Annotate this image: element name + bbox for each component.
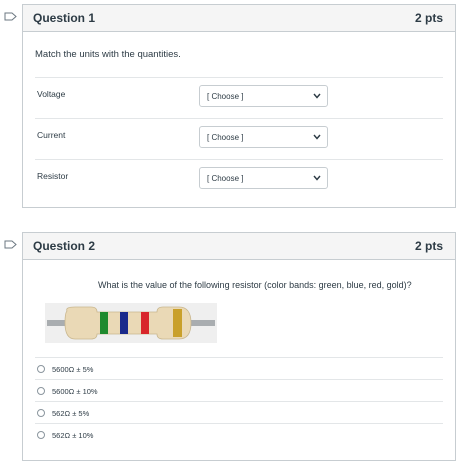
match-label: Voltage	[37, 89, 66, 99]
bookmark-flag-icon[interactable]	[4, 12, 17, 21]
select-value: [ Choose ]	[207, 132, 244, 142]
resistor-band-1	[100, 312, 108, 334]
radio-button-icon[interactable]	[37, 387, 45, 395]
resistor-band-2	[120, 312, 128, 334]
select-value: [ Choose ]	[207, 91, 244, 101]
answer-select-resistor[interactable]: [ Choose ]	[199, 167, 328, 189]
question-1-header: Question 1 2 pts	[23, 5, 455, 32]
match-row-voltage: Voltage [ Choose ]	[35, 77, 443, 118]
match-label: Resistor	[37, 171, 69, 181]
answer-option-2[interactable]: 5600Ω ± 10%	[35, 379, 443, 402]
answer-option-1[interactable]: 5600Ω ± 5%	[35, 357, 443, 380]
question-points: 2 pts	[414, 239, 443, 253]
chevron-down-icon	[313, 93, 321, 99]
match-label: Current	[37, 130, 66, 140]
answer-label: 5600Ω ± 5%	[52, 364, 94, 374]
answer-select-voltage[interactable]: [ Choose ]	[199, 85, 328, 107]
chevron-down-icon	[313, 175, 321, 181]
question-1-card: Question 1 2 pts Match the units with th…	[22, 4, 456, 208]
question-title: Question 2	[33, 239, 96, 253]
answer-label: 562Ω ± 5%	[52, 408, 90, 418]
answer-option-3[interactable]: 562Ω ± 5%	[35, 401, 443, 424]
select-value: [ Choose ]	[207, 173, 244, 183]
radio-button-icon[interactable]	[37, 431, 45, 439]
match-row-current: Current [ Choose ]	[35, 118, 443, 159]
answer-option-4[interactable]: 562Ω ± 10%	[35, 423, 443, 446]
answer-select-current[interactable]: [ Choose ]	[199, 126, 328, 148]
resistor-band-3	[141, 312, 149, 334]
question-prompt: What is the value of the following resis…	[98, 280, 412, 290]
radio-button-icon[interactable]	[37, 365, 45, 373]
answer-label: 562Ω ± 10%	[52, 430, 94, 440]
question-title: Question 1	[33, 11, 96, 25]
question-2-header: Question 2 2 pts	[23, 233, 455, 260]
question-prompt: Match the units with the quantities.	[35, 49, 181, 60]
chevron-down-icon	[313, 134, 321, 140]
resistor-band-4	[173, 309, 182, 337]
match-row-resistor: Resistor [ Choose ]	[35, 159, 443, 200]
question-2-card: Question 2 2 pts What is the value of th…	[22, 232, 456, 461]
resistor-image	[45, 303, 217, 343]
radio-button-icon[interactable]	[37, 409, 45, 417]
answer-label: 5600Ω ± 10%	[52, 386, 98, 396]
bookmark-flag-icon[interactable]	[4, 240, 17, 249]
question-points: 2 pts	[414, 11, 443, 25]
